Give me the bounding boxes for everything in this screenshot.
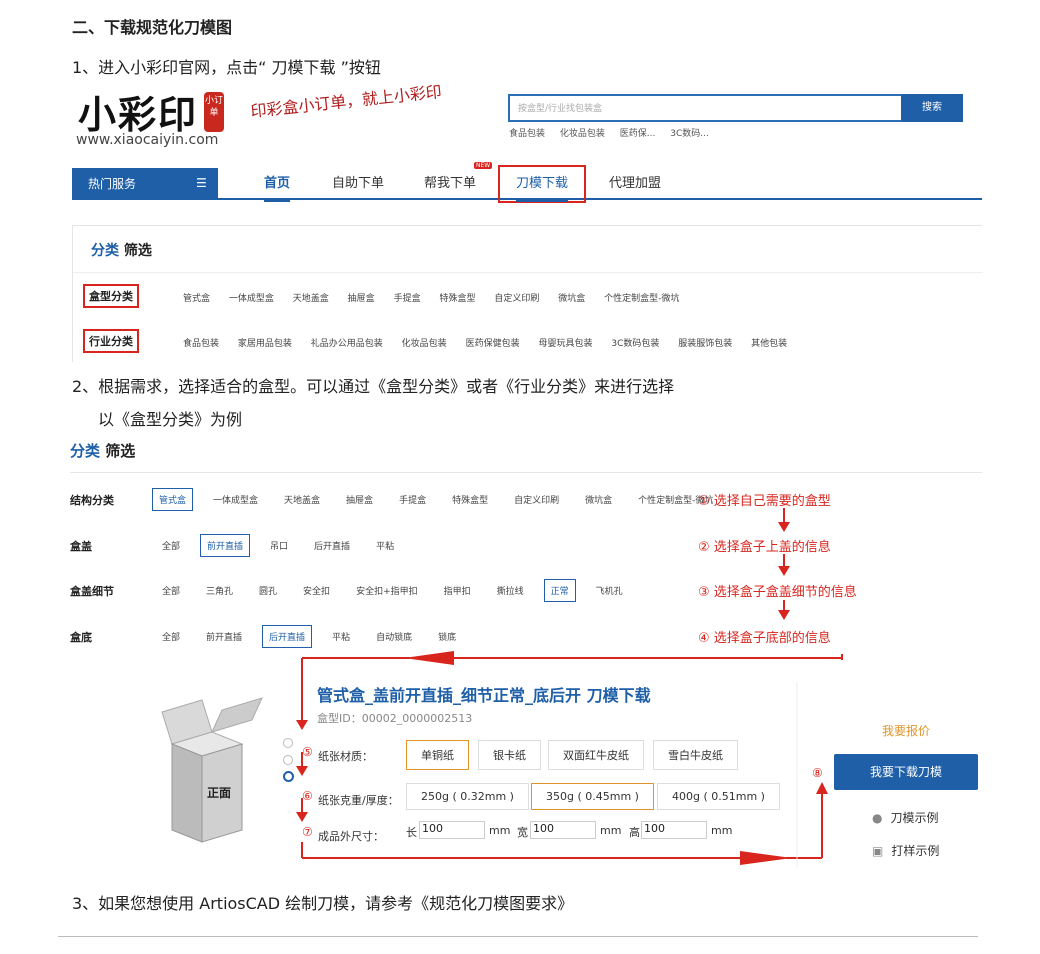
product-id: 盒型ID：00002_0000002513 [317, 712, 473, 725]
box-face-label: 正面 [207, 786, 232, 800]
industry-category-list: 食品包装 家居用品包装 礼品办公用品包装 化妆品包装 医药保健包装 母婴玩具包装… [183, 336, 803, 349]
category-item[interactable]: 自定义印刷 [494, 294, 539, 304]
site-screenshot-1: 小彩印 小订单 www.xiaocaiyin.com 印彩盒小订单，就上小彩印 … [72, 82, 983, 362]
weight-option[interactable]: 400g ( 0.51mm ) [657, 783, 780, 810]
main-nav: 热门服务 ☰ 首页 自助下单 帮我下单 NEW 刀模下载 代理加盟 [72, 162, 982, 203]
unit: mm [489, 824, 511, 837]
menu-icon: ☰ [196, 176, 207, 190]
site-slogan: 印彩盒小订单，就上小彩印 [249, 82, 443, 121]
category-item[interactable]: 一体成型盒 [229, 294, 274, 304]
material-option-selected[interactable]: 单铜纸 [406, 740, 469, 770]
category-item[interactable]: 天地盖盒 [293, 294, 329, 304]
thumbnail-radio[interactable] [283, 755, 293, 765]
category-item[interactable]: 抽屉盒 [348, 294, 375, 304]
hot-tag[interactable]: 医药保... [620, 129, 656, 139]
category-item[interactable]: 特殊盒型 [439, 294, 475, 304]
sample-icon: ▣ [872, 844, 884, 858]
category-item[interactable]: 母婴玩具包装 [538, 339, 592, 349]
length-label: 长 [406, 826, 417, 839]
category-item[interactable]: 食品包装 [183, 339, 219, 349]
nav-help-order[interactable]: 帮我下单 [424, 168, 476, 200]
quote-link[interactable]: 我要报价 [882, 722, 930, 739]
unit: mm [600, 824, 622, 837]
section-heading: 二、下载规范化刀模图 [72, 18, 233, 37]
eye-icon: ● [872, 811, 883, 825]
nav-self-order[interactable]: 自助下单 [332, 168, 384, 200]
category-item[interactable]: 其他包装 [751, 339, 787, 349]
weight-option[interactable]: 250g ( 0.32mm ) [406, 783, 529, 810]
width-input[interactable]: 100 [530, 821, 596, 839]
category-item[interactable]: 医药保健包装 [466, 339, 520, 349]
step-2-text: 2、根据需求，选择适合的盒型。可以通过《盒型分类》或者《行业分类》来进行选择 [72, 377, 675, 396]
nav-agency[interactable]: 代理加盟 [609, 168, 661, 200]
nav-home[interactable]: 首页 [264, 168, 291, 202]
site-logo: 小彩印 [78, 92, 199, 137]
search-placeholder: 按盒型/行业找包装盒 [518, 104, 603, 114]
site-screenshot-2: 分类 筛选 结构分类 管式盒 一体成型盒 天地盖盒 抽屉盒 手提盒 特殊盒型 自定义印刷 微坑… [52, 432, 982, 872]
product-title: 管式盒_盖前开直插_细节正常_底后开 刀模下载 [317, 686, 651, 705]
site-url: www.xiaocaiyin.com [76, 132, 219, 148]
filter-panel: 分类 筛选 盒型分类 管式盒 一体成型盒 天地盖盒 抽屉盒 手提盒 特殊盒型 自… [72, 225, 983, 362]
filter-title: 分类 筛选 [91, 243, 152, 259]
category-item[interactable]: 手提盒 [394, 294, 421, 304]
material-option[interactable]: 雪白牛皮纸 [653, 740, 738, 770]
step-number: ⑧ [812, 766, 823, 780]
logo-seal: 小订单 [204, 92, 224, 132]
height-input[interactable]: 100 [641, 821, 707, 839]
material-label: 纸张材质： [318, 750, 373, 763]
category-item[interactable]: 化妆品包装 [402, 339, 447, 349]
box-illustration [161, 697, 263, 843]
category-item[interactable]: 礼品办公用品包装 [311, 339, 383, 349]
hot-tags: 食品包装 化妆品包装 医药保... 3C数码... [509, 126, 721, 139]
step-3-text: 3、如果您想使用 ArtiosCAD 绘制刀模，请参考《规范化刀模图要求》 [72, 894, 574, 913]
length-input[interactable]: 100 [419, 821, 485, 839]
height-label: 高 [629, 826, 640, 839]
step-1-text: 1、进入小彩印官网，点击“ 刀模下载 ”按钮 [72, 58, 381, 77]
thumbnail-radio[interactable] [283, 738, 293, 748]
search-input[interactable]: 按盒型/行业找包装盒 [508, 94, 963, 122]
step-number: ⑥ [302, 789, 313, 803]
hot-tag[interactable]: 食品包装 [509, 129, 545, 139]
thumbnail-radio-selected[interactable] [283, 771, 294, 782]
divider [73, 272, 983, 273]
category-item[interactable]: 微坑盒 [558, 294, 585, 304]
category-item[interactable]: 管式盒 [183, 294, 210, 304]
box-category-list: 管式盒 一体成型盒 天地盖盒 抽屉盒 手提盒 特殊盒型 自定义印刷 微坑盒 个性… [183, 291, 695, 304]
size-label: 成品外尺寸： [318, 830, 384, 843]
unit: mm [711, 824, 733, 837]
new-badge: NEW [474, 162, 493, 169]
proof-example-link[interactable]: ▣ 打样示例 [872, 842, 939, 859]
search-button[interactable]: 搜索 [901, 94, 963, 122]
weight-option-selected[interactable]: 350g ( 0.45mm ) [531, 783, 654, 810]
category-item[interactable]: 服装服饰包装 [678, 339, 732, 349]
step-number: ⑦ [302, 825, 313, 839]
weight-label: 纸张克重/厚度： [318, 794, 399, 807]
category-item[interactable]: 个性定制盒型-微坑 [604, 294, 679, 304]
box-category-label: 盒型分类 [83, 284, 139, 308]
category-item[interactable]: 家居用品包装 [238, 339, 292, 349]
material-option[interactable]: 银卡纸 [478, 740, 541, 770]
footer-divider [58, 936, 978, 937]
category-item[interactable]: 3C数码包装 [611, 339, 659, 349]
hot-tag[interactable]: 3C数码... [670, 129, 709, 139]
hot-tag[interactable]: 化妆品包装 [560, 129, 605, 139]
download-die-button[interactable]: 我要下载刀模 [834, 754, 978, 790]
step-number: ⑤ [302, 745, 313, 759]
industry-category-label: 行业分类 [83, 329, 139, 353]
width-label: 宽 [517, 826, 528, 839]
nav-die-download[interactable]: 刀模下载 [516, 168, 569, 202]
step-2-example-text: 以《盒型分类》为例 [98, 410, 243, 429]
die-example-link[interactable]: ● 刀模示例 [872, 809, 939, 826]
material-option[interactable]: 双面红牛皮纸 [548, 740, 644, 770]
